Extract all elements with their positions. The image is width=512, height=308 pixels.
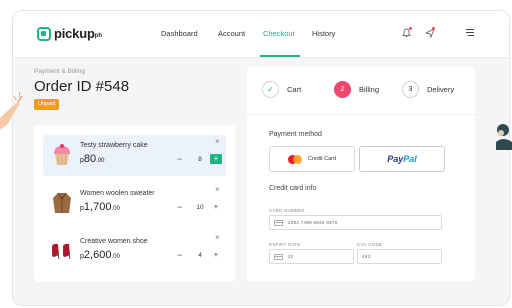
check-icon: ✓ — [262, 81, 279, 98]
logo-text: pickup — [54, 26, 95, 41]
item-name: Testy strawberry cake — [80, 142, 148, 149]
nav-active-indicator — [260, 55, 300, 57]
expiry-date-value: 22 — [288, 254, 294, 259]
cupcake-icon — [48, 141, 76, 169]
price-cents: .00 — [111, 254, 120, 260]
cart-item[interactable]: Testy strawberry cake p80.00 × − 8 + — [43, 135, 226, 176]
checkout-steps: ✓ Cart 2 Billing 3 Delivery — [247, 67, 475, 115]
paypal-pal: Pal — [403, 154, 417, 164]
send-notification-dot — [432, 27, 435, 30]
logo[interactable]: pickup ph — [37, 26, 102, 41]
section-eyebrow: Payment & Billing — [34, 68, 85, 75]
item-name: Women woolen sweater — [80, 190, 155, 197]
paypal-option[interactable]: PayPal — [359, 146, 445, 172]
card-number-label: CARD NUMBER — [269, 208, 305, 213]
nav-checkout[interactable]: Checkout — [263, 29, 295, 38]
price-value: 2,600 — [83, 249, 112, 261]
paypal-pay: Pay — [387, 154, 404, 164]
expiry-date-label: EXPIRY DATE — [269, 242, 301, 247]
increase-qty-button[interactable]: + — [210, 250, 222, 260]
app-window: pickup ph Dashboard Account Checkout His… — [12, 10, 510, 306]
shoe-icon — [48, 237, 76, 265]
expiry-date-field[interactable]: 22 — [269, 249, 354, 264]
credit-card-option[interactable]: Credit Card — [269, 146, 355, 172]
status-badge: Unpaid — [34, 99, 60, 110]
price-value: 1,700 — [83, 201, 112, 213]
hand-illustration — [0, 91, 23, 130]
qty-value: 8 — [198, 156, 202, 163]
nav-dashboard[interactable]: Dashboard — [161, 29, 198, 38]
card-icon — [274, 219, 283, 226]
remove-item-button[interactable]: × — [215, 233, 220, 242]
item-name: Creative women shoe — [80, 238, 148, 245]
increase-qty-button[interactable]: + — [210, 202, 222, 212]
sweater-icon — [48, 189, 76, 217]
step-label: Cart — [287, 85, 302, 94]
cart-item[interactable]: Women woolen sweater p1,700.00 × − 10 + — [43, 183, 226, 224]
decrease-qty-button[interactable]: − — [177, 202, 182, 212]
step-billing[interactable]: 2 Billing — [334, 81, 379, 98]
card-number-field[interactable]: 2384 7489 6549 9870 — [269, 215, 442, 230]
step-delivery[interactable]: 3 Delivery — [402, 81, 454, 98]
decrease-qty-button[interactable]: − — [177, 250, 182, 260]
nav-account[interactable]: Account — [218, 29, 245, 38]
mastercard-icon — [287, 154, 302, 164]
step-number: 2 — [334, 81, 351, 98]
increase-qty-button[interactable]: + — [210, 154, 222, 164]
top-nav: pickup ph Dashboard Account Checkout His… — [13, 11, 509, 58]
calendar-icon — [274, 253, 283, 260]
qty-value: 4 — [198, 252, 202, 259]
decrease-qty-button[interactable]: − — [177, 154, 182, 164]
nav-history[interactable]: History — [312, 29, 335, 38]
remove-item-button[interactable]: × — [215, 185, 220, 194]
payment-method-heading: Payment method — [269, 131, 322, 138]
price-cents: .00 — [96, 158, 105, 164]
cart-card: Testy strawberry cake p80.00 × − 8 + Wom… — [34, 125, 235, 282]
remove-item-button[interactable]: × — [215, 137, 220, 146]
step-number: 3 — [402, 81, 419, 98]
card-info-heading: Credit card info — [269, 185, 317, 192]
cart-item[interactable]: Creative women shoe p2,600.00 × − 4 + — [43, 231, 226, 272]
item-price: p2,600.00 — [80, 249, 120, 261]
card-number-value: 2384 7489 6549 9870 — [288, 220, 338, 225]
qty-value: 10 — [196, 204, 204, 211]
item-price: p80.00 — [80, 153, 105, 165]
page-title: Order ID #548 — [34, 78, 130, 95]
credit-card-label: Credit Card — [307, 156, 337, 162]
menu-icon[interactable] — [465, 28, 475, 39]
logo-icon — [37, 26, 51, 41]
price-cents: .00 — [111, 206, 120, 212]
logo-suffix: ph — [94, 33, 103, 39]
cvv-label: CVV CODE — [357, 242, 383, 247]
person-illustration — [496, 124, 512, 150]
paypal-logo: PayPal — [387, 154, 417, 164]
step-cart[interactable]: ✓ Cart — [262, 81, 301, 98]
cvv-value: 483 — [362, 254, 371, 259]
step-label: Delivery — [427, 85, 455, 94]
step-label: Billing — [359, 85, 380, 94]
bell-notification-dot — [409, 27, 412, 30]
item-price: p1,700.00 — [80, 201, 120, 213]
price-value: 80 — [83, 153, 97, 165]
checkout-card: ✓ Cart 2 Billing 3 Delivery Payment meth… — [247, 67, 475, 281]
cvv-field[interactable]: 483 — [357, 249, 442, 264]
